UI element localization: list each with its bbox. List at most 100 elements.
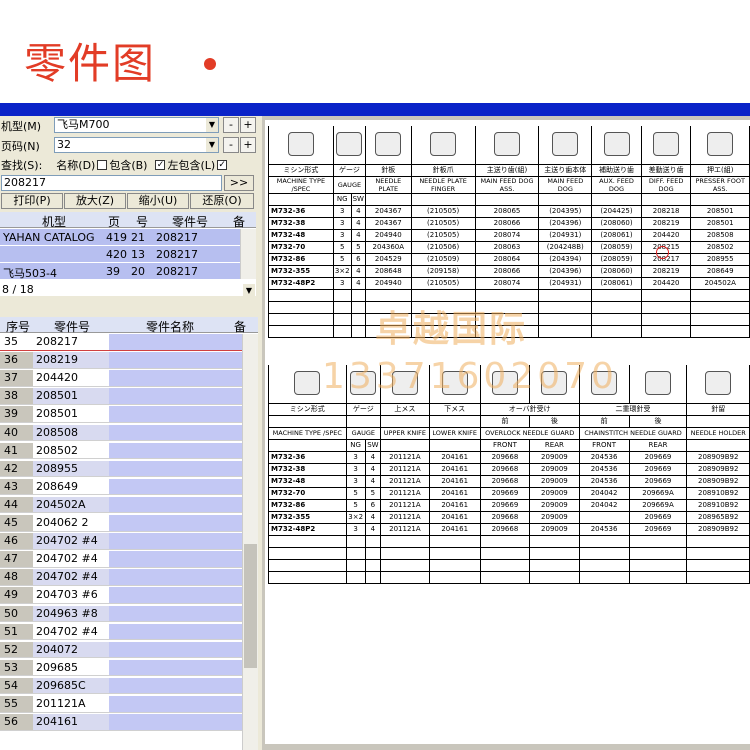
row-seq: 53 bbox=[0, 659, 33, 676]
parts-row[interactable]: 49 204703 #6 bbox=[0, 587, 242, 604]
model-plus-button[interactable]: + bbox=[240, 117, 256, 133]
parts-row[interactable]: 40 208508 bbox=[0, 424, 242, 441]
en-header: UPPER KNIFE bbox=[380, 426, 430, 440]
parts-row[interactable]: 44 204502A bbox=[0, 496, 242, 514]
parts-row[interactable]: 48 204702 #4 bbox=[0, 569, 242, 586]
parts-row[interactable]: 42 208955 bbox=[0, 460, 242, 478]
sub-header: NG bbox=[332, 192, 352, 206]
parts-row[interactable]: 41 208502 bbox=[0, 442, 242, 460]
spec-row: M732-48 3 4 204940 (210505) 208074 (204931) (20… bbox=[268, 228, 750, 242]
contains-checkbox[interactable] bbox=[97, 160, 108, 170]
parts-grid-header: 序号 零件号 零件名称 备 bbox=[0, 317, 258, 334]
search-input[interactable]: 208217 bbox=[1, 175, 222, 191]
en-header: GAUGE bbox=[345, 426, 382, 440]
row-partname bbox=[109, 352, 242, 368]
row-partno: 209685C bbox=[33, 677, 109, 694]
parts-row[interactable]: 54 209685C bbox=[0, 677, 242, 695]
page-select[interactable]: 32 bbox=[54, 137, 219, 153]
row-seq: 48 bbox=[0, 569, 33, 585]
parts-row[interactable]: 45 204062 2 bbox=[0, 515, 242, 532]
empty-row bbox=[268, 570, 750, 584]
zoom-out-button[interactable]: 缩小(U) bbox=[127, 193, 189, 209]
row-seq: 39 bbox=[0, 406, 33, 422]
col-partname: 零件名称 bbox=[146, 320, 195, 334]
page-minus-button[interactable]: - bbox=[223, 137, 239, 153]
chevron-down-icon[interactable]: ▼ bbox=[206, 138, 218, 152]
en-header: NEEDLE PLATE FINGER bbox=[410, 175, 476, 194]
parts-table-2: ミシン形式 ゲージ 上メス 下メス オーバ針受け 二重環針受 針留前後前後 MACHINE T… bbox=[268, 365, 750, 584]
model-value: 飞马M700 bbox=[57, 118, 110, 131]
spec-row: M732-48P2 3 4 204940 (210505) 208074 (204931)(… bbox=[268, 276, 750, 290]
parts-row[interactable]: 35 208217 bbox=[0, 334, 242, 351]
name-option-label: 名称(D) bbox=[56, 159, 96, 172]
row-partname bbox=[109, 496, 242, 513]
row-partno: 204062 2 bbox=[36, 516, 89, 529]
row-partname bbox=[109, 334, 242, 350]
left-contains-checkbox[interactable]: ✓ bbox=[155, 160, 166, 170]
parts-row[interactable]: 50 204963 #8 bbox=[0, 605, 242, 622]
empty-row bbox=[268, 546, 750, 560]
parts-row[interactable]: 52 204072 bbox=[0, 641, 242, 659]
result-scrollbar[interactable] bbox=[240, 229, 256, 279]
row-partname bbox=[109, 515, 242, 531]
jp-subheader: 後 bbox=[628, 414, 688, 428]
sub-header: FRONT bbox=[578, 438, 630, 452]
sub-header: REAR bbox=[529, 438, 580, 452]
extra-checkbox[interactable]: ✓ bbox=[217, 160, 228, 170]
search-go-button[interactable]: >> bbox=[224, 175, 254, 191]
parts-scrollbar[interactable] bbox=[242, 334, 258, 750]
watermark-phone: 13371602070 bbox=[322, 356, 618, 397]
part-image-cell bbox=[591, 126, 642, 165]
result-row[interactable]: 420 13 208217 bbox=[0, 246, 240, 262]
en-header: NEEDLE HOLDER bbox=[686, 426, 750, 440]
jp-subheader bbox=[268, 414, 347, 428]
row-partno: 208508 bbox=[33, 424, 109, 440]
jp-header: ゲージ bbox=[345, 402, 382, 416]
en-header: MACHINE TYPE /SPEC bbox=[268, 175, 334, 194]
row-partname bbox=[109, 714, 242, 730]
sub-header bbox=[640, 192, 692, 206]
model-select[interactable]: 飞马M700 bbox=[54, 117, 219, 133]
part-drawing-icon bbox=[375, 131, 402, 156]
search-value: 208217 bbox=[4, 176, 46, 189]
parts-row[interactable]: 38 208501 bbox=[0, 388, 242, 405]
en-header: DIFF. FEED DOG bbox=[640, 175, 692, 194]
search-label: 查找(S): bbox=[1, 159, 43, 172]
jp-subheader bbox=[428, 414, 481, 428]
parts-row[interactable]: 53 209685 bbox=[0, 659, 242, 677]
part-image-cell bbox=[410, 126, 476, 165]
highlight-circle bbox=[656, 246, 669, 259]
row-partno: 208502 bbox=[36, 443, 78, 457]
parts-row[interactable]: 39 208501 bbox=[0, 406, 242, 423]
result-row[interactable]: YAHAN CATALOG 419 21 208217 bbox=[0, 229, 240, 245]
parts-row[interactable]: 46 204702 #4 bbox=[0, 533, 242, 550]
parts-row[interactable]: 37 204420 bbox=[0, 370, 242, 387]
row-seq: 40 bbox=[0, 424, 33, 440]
parts-row[interactable]: 36 208219 bbox=[0, 352, 242, 369]
row-partname bbox=[109, 370, 242, 386]
restore-button[interactable]: 还原(O) bbox=[190, 193, 254, 209]
chevron-down-icon[interactable]: ▼ bbox=[243, 284, 255, 298]
print-button[interactable]: 打印(P) bbox=[1, 193, 63, 209]
row-seq: 50 bbox=[0, 605, 33, 621]
part-drawing-icon bbox=[653, 131, 680, 156]
model-minus-button[interactable]: - bbox=[223, 117, 239, 133]
row-partno: 204702 #4 bbox=[36, 624, 98, 638]
parts-row[interactable]: 55 201121A bbox=[0, 696, 242, 713]
sub-header: REAR bbox=[628, 438, 688, 452]
spec-row: M732-36 3 4 204367 (210505) 208065 (204395) (20… bbox=[268, 204, 750, 218]
result-row[interactable]: 飞马503-4 39 20 208217 bbox=[0, 263, 240, 280]
chevron-down-icon[interactable]: ▼ bbox=[206, 118, 218, 132]
row-seq: 55 bbox=[0, 696, 33, 712]
row-partno: 201121A bbox=[36, 697, 86, 710]
spec-row: M732-70 5 5 204360A (210506) 208063 (204248B)(… bbox=[268, 240, 750, 254]
jp-header: 差動送り歯 bbox=[640, 163, 692, 177]
parts-row[interactable]: 47 204702 #4 bbox=[0, 551, 242, 568]
page-plus-button[interactable]: + bbox=[240, 137, 256, 153]
zoom-in-button[interactable]: 放大(Z) bbox=[64, 193, 126, 209]
parts-row[interactable]: 51 204702 #4 bbox=[0, 623, 242, 641]
left-panel: 机型(M) 飞马M700 ▼ - + 页码(N) 32 ▼ - + 查找(S):… bbox=[0, 116, 262, 750]
parts-row[interactable]: 56 204161 bbox=[0, 714, 242, 731]
scroll-thumb[interactable] bbox=[244, 544, 257, 668]
parts-row[interactable]: 43 208649 bbox=[0, 478, 242, 496]
